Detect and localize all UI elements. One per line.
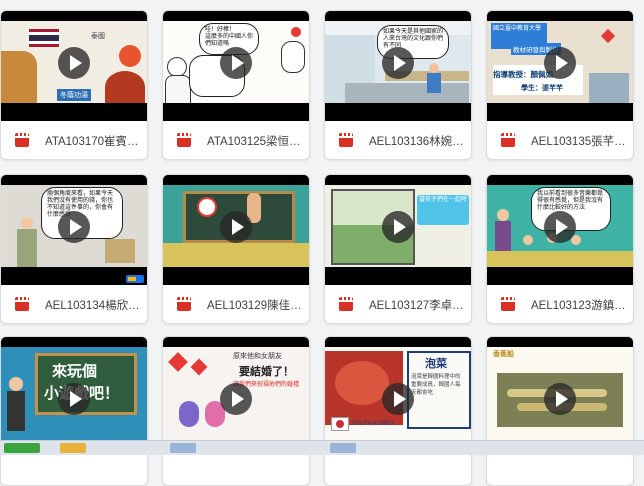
slide-title: 香蕉船 — [493, 351, 514, 358]
taskbar-button[interactable] — [4, 443, 40, 453]
video-file-icon — [15, 297, 29, 311]
no-sign-icon — [197, 197, 217, 217]
file-name[interactable]: AEL103136林婉… — [369, 133, 465, 149]
character-icon — [21, 217, 33, 229]
video-card[interactable]: 香蕉船 — [486, 336, 634, 486]
video-thumbnail[interactable]: 當孩子們在一起時 — [325, 175, 471, 285]
play-icon[interactable] — [382, 211, 414, 243]
video-card[interactable]: 哇！好棒！ 這麼多的中國人你們知道嗎 ATA103125梁恒… — [162, 10, 310, 160]
video-file-icon — [501, 297, 515, 311]
slide-title: 泰國 — [91, 33, 105, 40]
slide-title: 來玩個 — [52, 363, 98, 380]
file-name[interactable]: AEL103129陳佳… — [207, 297, 303, 313]
heart-icon — [168, 352, 188, 372]
play-icon[interactable] — [58, 47, 90, 79]
character-icon — [167, 57, 187, 77]
thailand-flag-icon — [29, 29, 59, 47]
video-thumbnail[interactable]: 哇！好棒！ 這麼多的中國人你們知道嗎 — [163, 11, 309, 121]
file-name[interactable]: ATA103170崔賓… — [45, 133, 141, 149]
slide-subtitle: 要結婚了！ — [239, 366, 294, 378]
character-icon — [9, 377, 23, 391]
video-thumbnail[interactable]: 國立臺中教育大學 教材研發與製作 指導教授：顏佩如 學生：張芊芊 — [487, 11, 633, 121]
slide-title: 國立臺中教育大學 — [493, 26, 542, 32]
speech-bubble-text: 如果今天是其他國家的人來台灣的文化跟你們有不同 — [383, 29, 444, 49]
slide-title: 泡菜 — [425, 358, 447, 370]
taskbar-button[interactable] — [330, 443, 356, 453]
student-label: 學生：張芊芊 — [521, 85, 563, 92]
character-icon — [429, 63, 439, 73]
heart-icon — [600, 28, 616, 44]
video-thumbnail[interactable]: 如果今天是其他國家的人來台灣的文化跟你們有不同 — [325, 11, 471, 121]
play-icon[interactable] — [58, 383, 90, 415]
speech-bubble-text: 哇！好棒！ — [205, 27, 236, 33]
video-file-icon — [15, 133, 29, 147]
heart-icon — [190, 358, 208, 376]
play-icon[interactable] — [382, 383, 414, 415]
video-card[interactable]: SOUTH KOREA 泡菜 泡菜是韓國料理中的重要成員，韓國人每天都會吃 — [324, 336, 472, 486]
speech-bubble-text: 當孩子們在一起時 — [419, 197, 468, 203]
video-thumbnail[interactable]: 換個角度來看，如果今天我們沒有使用的錢，你也不知道這件事的，你會有什麼感受 — [1, 175, 147, 285]
play-icon[interactable] — [382, 47, 414, 79]
slide-text: 泡菜是韓國料理中的重要成員，韓國人每天都會吃 — [411, 374, 461, 396]
slide-caption: 冬蔭功湯 — [57, 89, 91, 101]
video-card[interactable]: 我以前看到很多音樂都覺得很有感覺，但是我沒有什麼比較好的方法 AEL103123… — [486, 174, 634, 324]
video-card[interactable]: 換個角度來看，如果今天我們沒有使用的錢，你也不知道這件事的，你會有什麼感受 AE… — [0, 174, 148, 324]
video-file-icon — [501, 133, 515, 147]
video-thumbnail[interactable]: 原來他和女朋友 要結婚了！ 讓我們來祝福他們的婚禮 — [163, 337, 309, 447]
owl-icon — [179, 401, 199, 427]
video-thumbnail[interactable]: 我以前看到很多音樂都覺得很有感覺，但是我沒有什麼比較好的方法 — [487, 175, 633, 285]
video-file-icon — [177, 133, 191, 147]
video-thumbnail[interactable]: SOUTH KOREA 泡菜 泡菜是韓國料理中的重要成員，韓國人每天都會吃 — [325, 337, 471, 447]
file-name[interactable]: AEL103135張芊… — [531, 133, 627, 149]
video-card[interactable]: 原來他和女朋友 要結婚了！ 讓我們來祝福他們的婚禮 — [162, 336, 310, 486]
file-name[interactable]: AEL103127李卓… — [369, 297, 465, 313]
character-icon — [281, 41, 305, 73]
logo-icon — [126, 275, 144, 283]
video-card[interactable]: 當孩子們在一起時 AEL103127李卓… — [324, 174, 472, 324]
video-card[interactable]: 如果今天是其他國家的人來台灣的文化跟你們有不同 AEL103136林婉… — [324, 10, 472, 160]
video-thumbnail[interactable]: 來玩個 小遊戲吧！ — [1, 337, 147, 447]
video-file-icon — [339, 297, 353, 311]
slide-caption: SOUTH KOREA — [351, 421, 395, 427]
video-card[interactable]: AEL103129陳佳… — [162, 174, 310, 324]
video-card[interactable]: 國立臺中教育大學 教材研發與製作 指導教授：顏佩如 學生：張芊芊 AEL1031… — [486, 10, 634, 160]
video-card[interactable]: 泰國 冬蔭功湯 ATA103170崔賓… — [0, 10, 148, 160]
korea-flag-icon — [331, 417, 349, 431]
play-icon[interactable] — [544, 47, 576, 79]
video-thumbnail[interactable]: 香蕉船 — [487, 337, 633, 447]
file-name[interactable]: ATA103125梁恒… — [207, 133, 303, 149]
file-name[interactable]: AEL103134楊欣… — [45, 297, 141, 313]
play-icon[interactable] — [544, 383, 576, 415]
speech-bubble-text: 這麼多的中國人你們知道嗎 — [205, 34, 254, 47]
advisor-label: 指導教授：顏佩如 — [493, 70, 553, 79]
taskbar-button[interactable] — [170, 443, 196, 453]
file-name[interactable]: AEL103123游鎮… — [531, 297, 627, 313]
play-icon[interactable] — [58, 211, 90, 243]
taskbar-button[interactable] — [60, 443, 86, 453]
video-grid: 泰國 冬蔭功湯 ATA103170崔賓… 哇！好棒！ 這麼多的中國人你們知道嗎 — [0, 0, 644, 486]
video-file-icon — [339, 133, 353, 147]
taskbar — [0, 440, 644, 455]
video-thumbnail[interactable] — [163, 175, 309, 285]
play-icon[interactable] — [220, 383, 252, 415]
slide-title: 原來他和女朋友 — [233, 353, 282, 360]
speech-bubble-text: 我以前看到很多音樂都覺得很有感覺，但是我沒有什麼比較好的方法 — [537, 191, 604, 211]
play-icon[interactable] — [220, 47, 252, 79]
video-card[interactable]: 來玩個 小遊戲吧！ — [0, 336, 148, 486]
character-icon — [497, 209, 509, 221]
play-icon[interactable] — [220, 211, 252, 243]
play-icon[interactable] — [544, 211, 576, 243]
video-file-icon — [177, 297, 191, 311]
video-thumbnail[interactable]: 泰國 冬蔭功湯 — [1, 11, 147, 121]
